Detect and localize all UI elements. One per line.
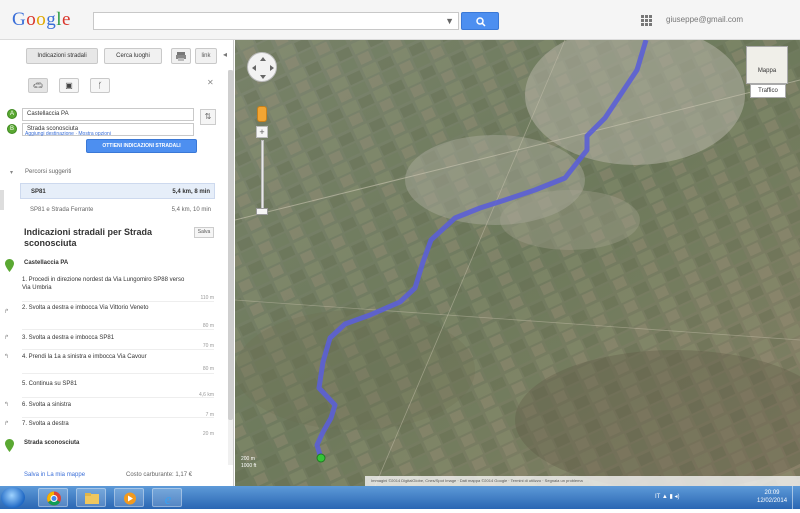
waypoint-b-icon: B bbox=[7, 124, 17, 134]
pan-control[interactable] bbox=[247, 52, 277, 82]
apps-grid-icon[interactable] bbox=[641, 15, 652, 26]
satellite-map[interactable]: + Mappa Traffico 200 m 1000 ft Immagini … bbox=[235, 40, 800, 486]
map-attribution: Immagini ©2014 DigitalGlobe, Cnes/Spot I… bbox=[365, 476, 800, 486]
printer-icon bbox=[176, 52, 186, 61]
turn-right-icon: ↱ bbox=[4, 309, 10, 315]
fuel-cost: Costo carburante: 1,17 € bbox=[126, 472, 193, 478]
taskbar-ie-button[interactable]: e bbox=[152, 488, 182, 508]
internet-explorer-icon: e bbox=[165, 492, 172, 508]
chrome-icon bbox=[47, 491, 61, 506]
link-button[interactable]: link bbox=[195, 48, 217, 64]
directions-title: Indicazioni stradali per Strada sconosci… bbox=[24, 227, 153, 248]
media-player-icon bbox=[124, 492, 136, 505]
step-divider bbox=[22, 397, 214, 398]
map-layer-label: Mappa bbox=[757, 68, 777, 74]
clock-date: 12/02/2014 bbox=[757, 498, 788, 504]
direction-step[interactable]: 2. Svolta a destra e imbocca Via Vittori… bbox=[22, 304, 187, 312]
route-option[interactable]: SP81 e Strada Ferrante 5,4 km, 10 min bbox=[20, 202, 215, 218]
taskbar-explorer-button[interactable] bbox=[76, 488, 106, 507]
routes-caret-icon[interactable]: ▾ bbox=[10, 169, 13, 176]
get-directions-button[interactable]: OTTIENI INDICAZIONI STRADALI bbox=[86, 139, 197, 153]
directions-panel: Indicazioni stradali Cerca luoghi link ◂… bbox=[0, 40, 234, 486]
mode-walk-button[interactable]: ᚴ bbox=[90, 78, 110, 93]
clock-time: 20:09 bbox=[764, 490, 780, 496]
car-icon: 🚗︎ bbox=[32, 81, 44, 90]
google-logo[interactable]: Google bbox=[12, 9, 71, 31]
close-icon[interactable]: ✕ bbox=[207, 78, 214, 87]
tab-directions[interactable]: Indicazioni stradali bbox=[26, 48, 98, 64]
destination-label[interactable]: Strada sconosciuta bbox=[24, 440, 79, 446]
route-detail: 5,4 km, 8 min bbox=[172, 189, 210, 195]
turn-left-icon: ↰ bbox=[4, 402, 10, 408]
mode-car-button[interactable]: 🚗︎ bbox=[28, 78, 48, 93]
step-divider bbox=[22, 329, 214, 330]
routes-header: Percorsi suggeriti bbox=[25, 169, 72, 175]
direction-step[interactable]: 7. Svolta a destra bbox=[22, 420, 187, 428]
turn-right-icon: ↱ bbox=[4, 421, 10, 427]
route-option[interactable]: SP81 5,4 km, 8 min bbox=[20, 183, 215, 199]
direction-step[interactable]: 3. Svolta a destra e imbocca SP81 bbox=[22, 334, 187, 342]
search-input[interactable]: ▼ bbox=[93, 12, 459, 30]
search-icon bbox=[476, 17, 486, 27]
direction-step[interactable]: 6. Svolta a sinistra bbox=[22, 401, 187, 409]
svg-text:e: e bbox=[165, 492, 172, 508]
collapse-panel-icon[interactable]: ◂ bbox=[223, 50, 227, 59]
walk-icon: ᚴ bbox=[97, 81, 103, 90]
save-directions-button[interactable]: Salva bbox=[194, 227, 214, 238]
scale-imperial: 1000 ft bbox=[241, 463, 257, 469]
taskbar-media-button[interactable] bbox=[114, 488, 144, 507]
direction-step[interactable]: 4. Prendi la 1a a sinistra e imbocca Via… bbox=[22, 353, 187, 361]
destination-pin-icon bbox=[5, 439, 14, 452]
clock[interactable]: 20:09 12/02/2014 bbox=[757, 489, 787, 505]
mode-transit-button[interactable]: ▣ bbox=[59, 78, 79, 93]
step-divider bbox=[22, 373, 214, 374]
satellite-imagery bbox=[235, 40, 800, 486]
map-scale: 200 m 1000 ft bbox=[241, 456, 256, 470]
save-to-my-maps-link[interactable]: Salva in La mia mappe bbox=[24, 472, 85, 478]
account-menu[interactable]: giuseppe@gmail.com bbox=[666, 15, 743, 24]
zoom-slider[interactable] bbox=[261, 140, 264, 210]
origin-label[interactable]: Castellaccia PA bbox=[24, 260, 68, 266]
system-tray[interactable]: IT ▲ ▮ ◂) bbox=[655, 493, 679, 500]
start-button[interactable] bbox=[1, 487, 25, 508]
turn-right-icon: ↱ bbox=[4, 335, 10, 341]
step-distance: 80 m bbox=[202, 366, 214, 372]
origin-input[interactable]: Castellaccia PA bbox=[22, 108, 194, 121]
traffic-button[interactable]: Traffico bbox=[750, 84, 786, 98]
waypoint-a-icon: A bbox=[7, 109, 17, 119]
route-name: SP81 e Strada Ferrante bbox=[30, 207, 94, 213]
scale-metric: 200 m bbox=[241, 456, 255, 462]
zoom-in-button[interactable]: + bbox=[256, 126, 268, 138]
route-detail: 5,4 km, 10 min bbox=[171, 207, 211, 213]
destination-marker-icon[interactable] bbox=[316, 453, 326, 463]
origin-pin-icon bbox=[5, 259, 14, 272]
turn-left-icon: ↰ bbox=[4, 354, 10, 360]
step-distance: 20 m bbox=[202, 431, 214, 437]
bus-icon: ▣ bbox=[65, 81, 73, 90]
print-button[interactable] bbox=[171, 48, 191, 64]
direction-step[interactable]: 1. Procedi in direzione nordest da Via L… bbox=[22, 276, 187, 292]
step-divider bbox=[22, 301, 214, 302]
route-name: SP81 bbox=[31, 189, 46, 195]
swap-waypoints-icon[interactable]: ⇅ bbox=[200, 109, 216, 125]
chevron-down-icon[interactable]: ▼ bbox=[445, 16, 454, 26]
tab-local-search[interactable]: Cerca luoghi bbox=[104, 48, 162, 64]
street-view-pegman-icon[interactable] bbox=[257, 106, 267, 122]
direction-step[interactable]: 5. Continua su SP81 bbox=[22, 380, 187, 388]
windows-taskbar: e IT ▲ ▮ ◂) 20:09 12/02/2014 bbox=[0, 486, 800, 509]
add-destination-link[interactable]: Aggiungi destinazione · Mostra opzioni bbox=[25, 131, 111, 137]
taskbar-chrome-button[interactable] bbox=[38, 488, 68, 507]
pan-arrows-icon bbox=[252, 57, 274, 79]
map-layer-toggle[interactable] bbox=[746, 46, 788, 84]
top-bar: Google ▼ giuseppe@gmail.com bbox=[0, 0, 800, 40]
step-divider bbox=[22, 349, 214, 350]
show-desktop-button[interactable] bbox=[792, 486, 800, 509]
panel-scrollbar-thumb[interactable] bbox=[228, 70, 233, 420]
step-divider bbox=[22, 417, 214, 418]
zoom-slider-thumb[interactable] bbox=[256, 208, 268, 215]
search-button[interactable] bbox=[461, 12, 499, 30]
folder-icon bbox=[85, 493, 99, 504]
panel-resize-handle[interactable] bbox=[0, 190, 4, 210]
